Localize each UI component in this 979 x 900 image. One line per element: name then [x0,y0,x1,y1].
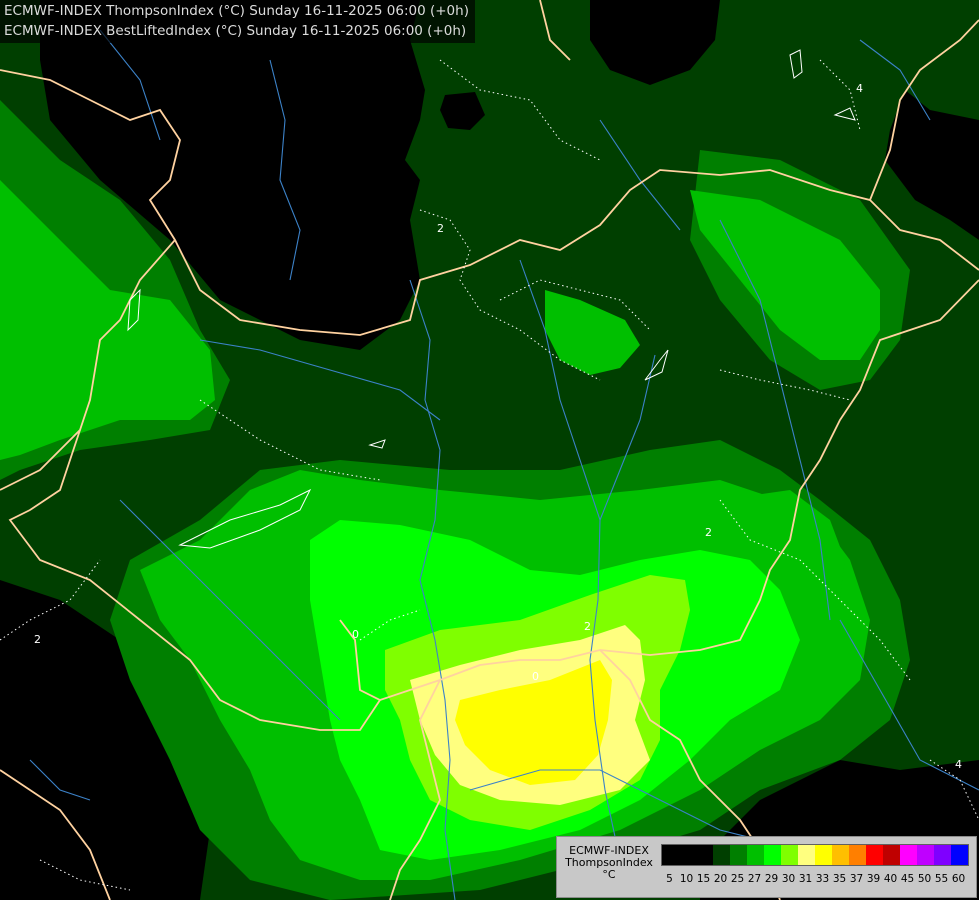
legend-swatch [781,845,798,865]
legend-value-label: 50 [917,873,932,885]
legend-swatch [951,845,968,865]
legend-value-label: 31 [798,873,813,885]
legend-color-scale [661,844,969,866]
legend-title-unit: °C [602,868,616,881]
contour-label: 4 [856,82,863,95]
legend-value-label: 40 [883,873,898,885]
legend-value-label: 39 [866,873,881,885]
legend-swatch [849,845,866,865]
legend-swatch [900,845,917,865]
contour-label: 0 [352,628,359,641]
legend-value-label: 25 [730,873,745,885]
legend-swatch [934,845,951,865]
legend-swatch [747,845,764,865]
legend-value-label: 5 [666,873,673,885]
legend-swatch [883,845,900,865]
contour-label: 2 [584,620,591,633]
contour-label: 2 [34,633,41,646]
map-title-line-2: ECMWF-INDEX BestLiftedIndex (°C) Sunday … [4,23,467,39]
legend-value-label: 35 [832,873,847,885]
legend-value-label: 37 [849,873,864,885]
legend-swatch [832,845,849,865]
map-canvas: 2 2 2 2 0 0 4 4 [0,0,979,900]
legend-value-label: 45 [900,873,915,885]
contour-label: 2 [437,222,444,235]
legend-value-label: 20 [713,873,728,885]
legend-value-label: 55 [934,873,949,885]
legend-swatch [764,845,781,865]
legend-value-label: 15 [696,873,711,885]
legend-swatch [815,845,832,865]
legend-swatch [730,845,747,865]
legend-value-label: 10 [679,873,694,885]
legend-swatch [679,845,696,865]
legend-swatch [798,845,815,865]
contour-label: 0 [532,670,539,683]
legend-value-label: 33 [815,873,830,885]
legend-swatch [696,845,713,865]
map-title-line-1: ECMWF-INDEX ThompsonIndex (°C) Sunday 16… [4,3,469,19]
legend-value-label: 29 [764,873,779,885]
contour-label: 4 [955,758,962,771]
legend-value-labels: 5 10 15 20 25 27 29 30 31 33 35 37 39 40 45 50 55 60 [661,873,971,887]
legend-value-label: 30 [781,873,796,885]
legend-swatch [713,845,730,865]
legend-value-label: 27 [747,873,762,885]
map-title-box: ECMWF-INDEX ThompsonIndex (°C) Sunday 16… [0,0,475,43]
legend-value-label: 60 [951,873,966,885]
weather-map: 2 2 2 2 0 0 4 4 ECMWF-INDEX ThompsonInde… [0,0,979,900]
legend-swatch [662,845,679,865]
legend-swatch [917,845,934,865]
legend-title: ECMWF-INDEX ThompsonIndex °C [561,845,657,881]
legend-swatch [866,845,883,865]
color-legend: ECMWF-INDEX ThompsonIndex °C 5 10 15 20 25 27… [556,836,977,898]
contour-label: 2 [705,526,712,539]
